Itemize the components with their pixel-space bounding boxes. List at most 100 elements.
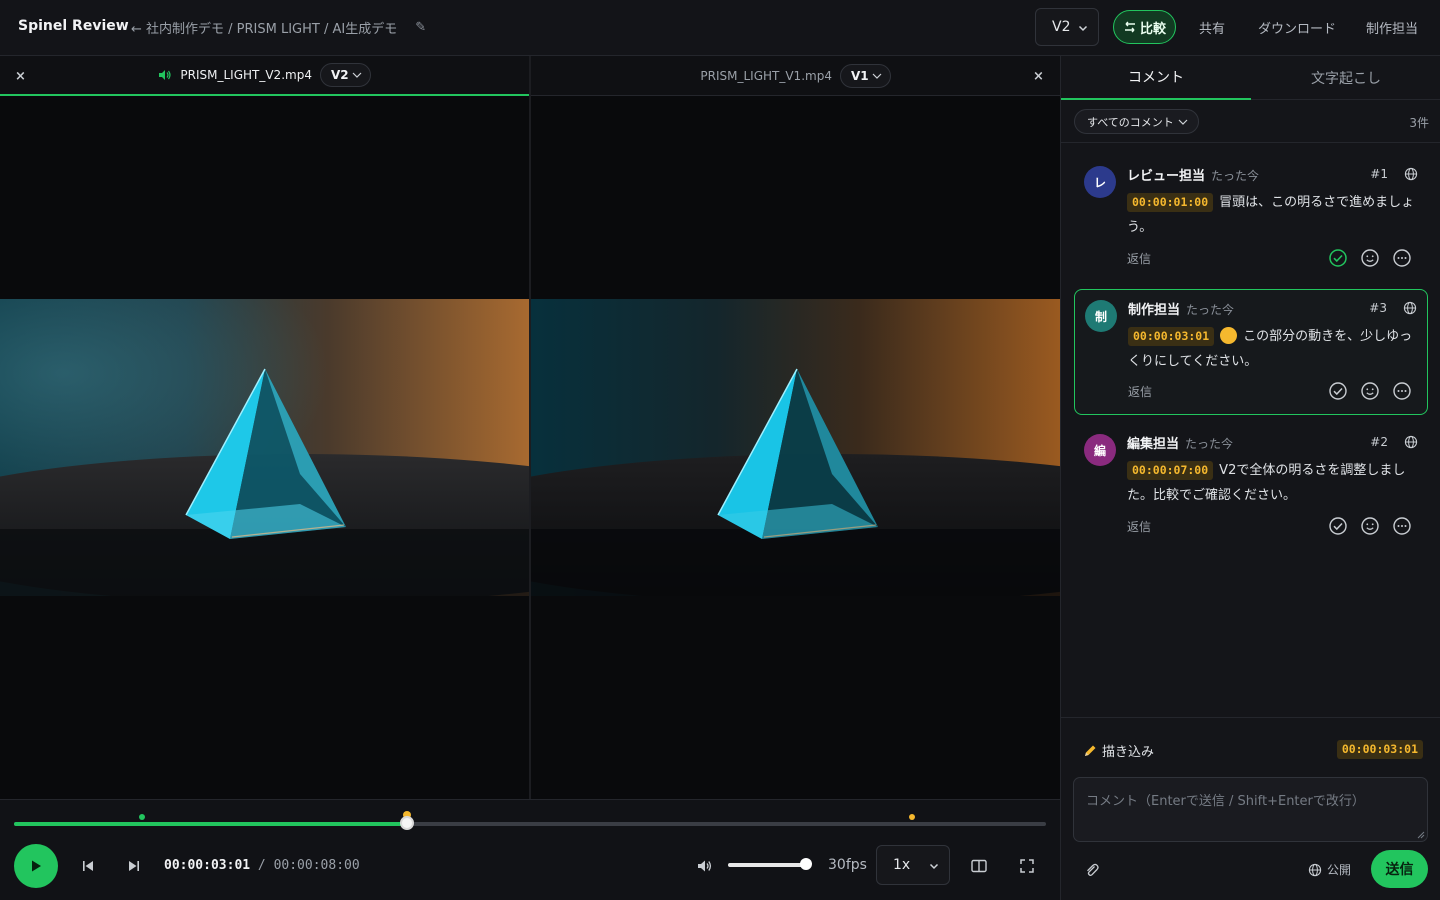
next-frame-button[interactable] [124, 856, 144, 876]
emoji-icon[interactable] [1360, 516, 1380, 536]
compare-label: 比較 [1139, 21, 1166, 37]
speaker-icon [159, 70, 171, 80]
fullscreen-icon [1020, 859, 1034, 873]
prism-image [0, 299, 529, 596]
comment-sidebar: コメント 文字起こし すべてのコメント 3件 レ レビュー担当 たった今 #1 0… [1060, 56, 1440, 900]
edit-title-icon[interactable]: ✎ [415, 20, 426, 35]
globe-icon [1404, 167, 1418, 181]
author-name: 制作担当 [1128, 303, 1181, 318]
seek-bar[interactable] [14, 811, 1046, 830]
swap-icon [1124, 21, 1135, 33]
globe-icon [1403, 301, 1417, 315]
video-stage-left[interactable] [0, 96, 529, 799]
draw-label-text: 描き込み [1102, 745, 1155, 760]
comment-timecode[interactable]: 00:00:01:00 [1127, 193, 1214, 212]
video-frame-v2 [0, 299, 529, 596]
chevron-down-icon [1078, 25, 1088, 32]
comment-card[interactable]: レ レビュー担当 たった今 #1 00:00:01:00 冒頭は、この明るさで進めま… [1074, 156, 1428, 286]
breadcrumb-path[interactable]: ← 社内制作デモ / PRISM LIGHT / AI生成デモ [131, 18, 397, 37]
reply-button[interactable]: 返信 [1128, 383, 1152, 400]
time-separator: / [257, 858, 266, 873]
skip-forward-icon [129, 861, 139, 871]
resolve-check-icon[interactable] [1328, 248, 1348, 268]
seek-handle[interactable] [400, 816, 415, 830]
comment-marker[interactable] [908, 814, 915, 820]
right-version-label: V1 [850, 69, 869, 83]
previous-frame-button[interactable] [78, 856, 98, 876]
globe-icon [1308, 863, 1322, 876]
user-menu[interactable]: 制作担当 [1366, 18, 1418, 37]
attachment-icon[interactable] [1084, 862, 1100, 878]
play-button[interactable] [14, 844, 58, 888]
download-button[interactable]: ダウンロード [1258, 18, 1336, 37]
comment-body: 00:00:03:01 この部分の動きを、少しゆっくりにしてください。 [1128, 324, 1420, 374]
seek-bar-progress [14, 822, 408, 826]
comment-card[interactable]: 編 編集担当 たった今 #2 00:00:07:00 V2で全体の明るさを調整しまし… [1074, 424, 1428, 554]
chevron-down-icon [929, 863, 939, 870]
comment-time: たった今 [1211, 169, 1260, 183]
visibility-toggle[interactable]: 公開 [1308, 861, 1351, 878]
pencil-icon [1085, 745, 1096, 756]
resolve-check-icon[interactable] [1328, 381, 1348, 401]
reply-button[interactable]: 返信 [1127, 518, 1151, 535]
author-name: レビュー担当 [1127, 169, 1206, 184]
volume-slider[interactable] [728, 863, 806, 867]
resize-handle-icon[interactable] [1417, 831, 1425, 839]
app-brand[interactable]: Spinel Review [18, 18, 129, 34]
comment-filter-row: すべてのコメント 3件 [1061, 100, 1440, 143]
pane-tab-left[interactable]: PRISM_LIGHT_V2.mp4 V2 [0, 56, 529, 96]
volume-button[interactable] [695, 856, 715, 876]
fullscreen-button[interactable] [1017, 856, 1037, 876]
chevron-down-icon [1178, 119, 1188, 125]
speed-value: 1x [893, 857, 911, 873]
emoji-icon[interactable] [1360, 248, 1380, 268]
chevron-down-icon [872, 73, 882, 79]
visibility-label: 公開 [1327, 863, 1352, 877]
playback-speed-select[interactable]: 1x [876, 845, 950, 885]
duration: 00:00:08:00 [273, 858, 360, 873]
player-controls: 00:00:03:01 / 00:00:08:00 30fps 1x [0, 799, 1060, 900]
comment-filter-dropdown[interactable]: すべてのコメント [1074, 109, 1199, 134]
comment-author: 編集担当 たった今 [1127, 433, 1233, 452]
comment-input[interactable]: コメント（Enterで送信 / Shift+Enterで改行） [1073, 777, 1428, 842]
comment-body: 00:00:01:00 冒頭は、この明るさで進めましょう。 [1127, 190, 1419, 240]
current-time: 00:00:03:01 [164, 858, 251, 873]
composer-timecode[interactable]: 00:00:03:01 [1336, 740, 1423, 759]
drawing-badge-icon[interactable] [1220, 327, 1238, 344]
comment-number: #1 [1370, 167, 1388, 181]
send-button[interactable]: 送信 [1371, 850, 1428, 888]
close-right-pane-icon[interactable]: × [1033, 69, 1044, 84]
globe-icon [1404, 435, 1418, 449]
layout-toggle-button[interactable] [969, 856, 989, 876]
comment-number: #3 [1369, 301, 1387, 315]
comment-card-selected[interactable]: 制 制作担当 たった今 #3 00:00:03:01 この部分の動きを、少しゆっくり… [1074, 289, 1428, 415]
comment-marker[interactable] [138, 814, 145, 820]
more-icon[interactable] [1392, 516, 1412, 536]
tab-comments[interactable]: コメント [1061, 56, 1251, 100]
comment-timecode[interactable]: 00:00:03:01 [1128, 327, 1215, 346]
version-select[interactable]: V2 [1035, 8, 1099, 46]
reply-button[interactable]: 返信 [1127, 250, 1151, 267]
pane-tab-right[interactable]: PRISM_LIGHT_V1.mp4 V1 [531, 56, 1060, 96]
more-icon[interactable] [1392, 248, 1412, 268]
more-icon[interactable] [1392, 381, 1412, 401]
tab-transcript[interactable]: 文字起こし [1251, 56, 1440, 100]
right-filename: PRISM_LIGHT_V1.mp4 [700, 69, 832, 83]
play-icon [32, 860, 41, 872]
comment-body: 00:00:07:00 V2で全体の明るさを調整しました。比較でご確認ください。 [1127, 458, 1419, 508]
avatar: 制 [1085, 300, 1117, 332]
comment-count: 3件 [1409, 116, 1429, 130]
right-version-pill[interactable]: V1 [839, 64, 891, 88]
comment-timecode[interactable]: 00:00:07:00 [1127, 461, 1214, 480]
share-button[interactable]: 共有 [1199, 18, 1225, 37]
left-version-pill[interactable]: V2 [319, 63, 371, 87]
draw-toggle[interactable]: 描き込み [1082, 741, 1154, 760]
volume-handle[interactable] [800, 858, 812, 870]
comment-number: #2 [1370, 435, 1388, 449]
compare-button[interactable]: 比較 [1113, 10, 1176, 44]
video-stage-right[interactable] [531, 96, 1060, 799]
resolve-check-icon[interactable] [1328, 516, 1348, 536]
avatar: 編 [1084, 434, 1116, 466]
emoji-icon[interactable] [1360, 381, 1380, 401]
breadcrumb: ← 社内制作デモ / PRISM LIGHT / AI生成デモ ✎ [131, 18, 426, 37]
